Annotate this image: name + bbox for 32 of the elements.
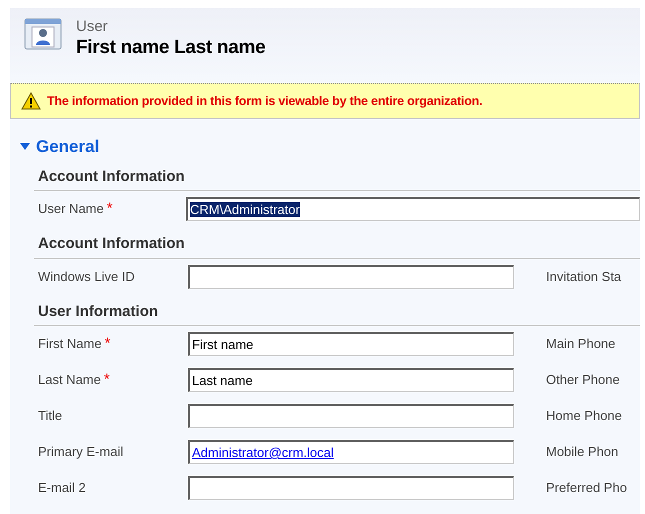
field-label: First Name — [38, 336, 102, 351]
required-mark: * — [104, 370, 110, 388]
input-field[interactable] — [188, 404, 514, 428]
field-label: Primary E-mail — [38, 444, 124, 460]
group-heading: User Information — [34, 294, 640, 326]
input-field[interactable] — [188, 476, 514, 500]
section-title[interactable]: General — [36, 134, 100, 160]
field-label: E-mail 2 — [38, 480, 86, 496]
field-label: User Name — [38, 200, 104, 216]
field-label: Invitation Sta — [546, 268, 622, 286]
field-label: Windows Live ID — [38, 268, 135, 284]
group-heading: Account Information — [34, 160, 640, 191]
input-field[interactable]: CRM\Administrator — [186, 197, 640, 221]
record-title: First name Last name — [76, 36, 266, 60]
warning-icon — [21, 92, 41, 110]
input-field[interactable]: Administrator@crm.local — [188, 440, 514, 464]
required-mark: * — [104, 334, 110, 352]
group-heading: Account Information — [34, 227, 640, 258]
field-label: Other Phone — [546, 371, 620, 390]
field-label: Mobile Phon — [546, 443, 618, 462]
field-label: Main Phone — [546, 335, 616, 354]
required-mark: * — [106, 200, 113, 217]
field-label: Title — [38, 408, 62, 424]
collapse-icon[interactable] — [20, 143, 30, 150]
field-label: Preferred Pho — [546, 479, 627, 498]
field-label: Home Phone — [546, 407, 622, 426]
input-field[interactable]: Last name — [188, 368, 514, 392]
notification-text: The information provided in this form is viewable by the entire organization. — [47, 92, 482, 110]
input-field[interactable] — [188, 264, 514, 288]
input-field[interactable]: First name — [188, 332, 514, 356]
entity-label: User — [76, 18, 109, 36]
field-label: Last Name — [38, 372, 101, 387]
